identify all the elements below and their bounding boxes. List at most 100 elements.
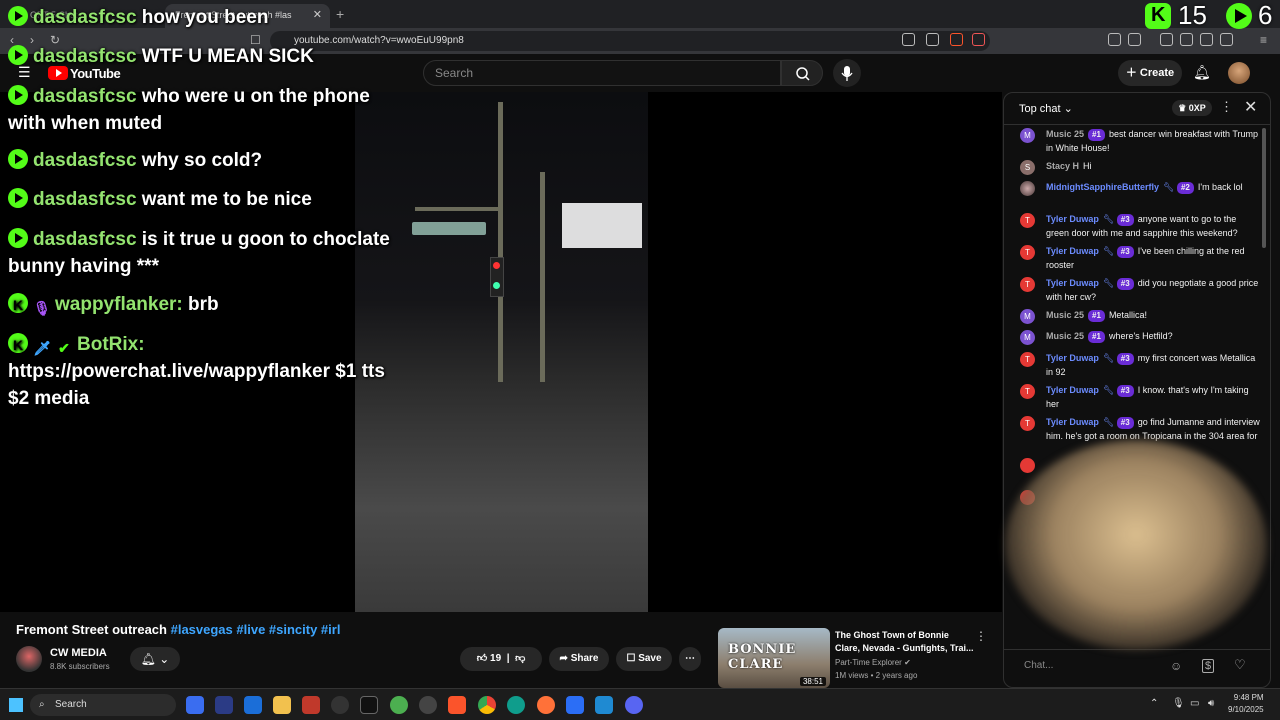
verified-badge-icon: ✔ (58, 340, 70, 356)
recommended-title[interactable]: The Ghost Town of Bonnie Clare, Nevada -… (835, 629, 975, 655)
message-author[interactable]: Music 25 (1046, 331, 1084, 341)
cast-icon[interactable] (902, 33, 915, 46)
close-chat-icon[interactable]: ✕ (1244, 97, 1257, 117)
wallet-icon[interactable] (1200, 33, 1213, 46)
overlay-username: dasdasfcsc (33, 150, 137, 171)
microphone-icon[interactable]: 🎙︎ (1172, 698, 1185, 709)
subscription-bell-button[interactable]: 🔔︎ ⌄ (130, 647, 180, 671)
message-avatar[interactable]: T (1020, 213, 1035, 228)
chrome-icon[interactable] (478, 696, 496, 714)
rank-badge: #3 (1116, 214, 1134, 226)
user-avatar[interactable] (1228, 62, 1250, 84)
more-actions-button[interactable]: ⋯ (679, 647, 701, 671)
chat-input[interactable]: Chat... (1016, 655, 1156, 677)
windows-start-icon[interactable] (9, 698, 23, 712)
message-author[interactable]: Tyler Duwap (1046, 246, 1099, 256)
message-avatar[interactable]: M (1020, 309, 1035, 324)
message-author[interactable]: Tyler Duwap (1046, 417, 1099, 427)
extension-icon[interactable] (1108, 33, 1121, 46)
taskbar-app-icon[interactable] (215, 696, 233, 714)
media-icon[interactable] (1160, 33, 1173, 46)
wrench-icon: 🔧︎ (1102, 214, 1117, 224)
message-avatar[interactable]: T (1020, 384, 1035, 399)
message-author[interactable]: Tyler Duwap (1046, 353, 1099, 363)
sidebar-icon[interactable] (1180, 33, 1193, 46)
message-author[interactable]: Tyler Duwap (1046, 385, 1099, 395)
message-avatar[interactable]: M (1020, 128, 1035, 143)
taskbar-app-icon[interactable] (302, 696, 320, 714)
overlay-username: BotRix: (77, 334, 145, 355)
save-button[interactable]: ☐ Save (616, 647, 672, 671)
taskbar-app-icon[interactable] (566, 696, 584, 714)
recommended-thumbnail[interactable]: BONNIE CLARE 38:51 (718, 628, 830, 688)
taskbar-app-icon[interactable] (186, 696, 204, 714)
screenshot-icon[interactable] (1128, 33, 1141, 46)
heart-icon[interactable]: ♡ (1234, 657, 1246, 673)
message-author[interactable]: Music 25 (1046, 129, 1084, 139)
share-button[interactable]: ➦ Share (549, 647, 609, 671)
network-icon[interactable]: ▭ (1190, 698, 1199, 709)
taskbar-app-icon[interactable] (331, 696, 349, 714)
create-button[interactable]: ＋ Create (1118, 60, 1182, 86)
message-author[interactable]: Tyler Duwap (1046, 214, 1099, 224)
message-avatar[interactable]: T (1020, 277, 1035, 292)
taskbar-search[interactable]: ⌕ Search (30, 694, 176, 716)
message-avatar[interactable]: T (1020, 416, 1035, 431)
overlay-message: how you been (141, 7, 269, 28)
channel-avatar[interactable] (16, 646, 42, 672)
chevron-up-icon[interactable]: ⌃ (1150, 698, 1158, 709)
message-avatar[interactable]: S (1020, 160, 1035, 175)
message-avatar[interactable] (1020, 458, 1035, 473)
clock-date: 9/10/2025 (1228, 705, 1264, 714)
search-button[interactable] (781, 60, 823, 86)
chat-scrollbar[interactable] (1262, 128, 1266, 248)
brave-rewards-icon[interactable] (972, 33, 985, 46)
dislike-button[interactable]: 👎︎ (515, 653, 525, 664)
discord-icon[interactable] (625, 696, 643, 714)
video-hashtags[interactable]: #lasvegas #live #sincity #irl (171, 622, 341, 637)
volume-icon[interactable]: 🔊︎ (1208, 698, 1214, 709)
message-author[interactable]: MidnightSapphireButterfly (1046, 182, 1159, 192)
brave-shield-icon[interactable] (950, 33, 963, 46)
kick-platform-icon (8, 292, 28, 319)
taskbar-app-icon[interactable] (390, 696, 408, 714)
super-chat-icon[interactable]: $ (1202, 659, 1215, 673)
menu-icon[interactable]: ≡ (1260, 33, 1267, 47)
notifications-bell-icon[interactable]: 🔔︎ (1193, 64, 1211, 81)
voice-search-button[interactable] (833, 59, 861, 87)
firefox-icon[interactable] (537, 696, 555, 714)
edge-icon[interactable] (507, 696, 525, 714)
message-avatar[interactable]: M (1020, 330, 1035, 345)
emoji-icon[interactable]: ☺ (1170, 659, 1182, 673)
file-explorer-icon[interactable] (273, 696, 291, 714)
chat-header: Top chat ⌄ ♛ 0XP ⋮ ✕ (1004, 93, 1270, 125)
xp-badge[interactable]: ♛ 0XP (1172, 100, 1212, 116)
channel-name[interactable]: CW MEDIA (50, 647, 107, 659)
more-options-icon[interactable]: ⋮ (1220, 99, 1233, 115)
chat-message: M Music 25 #1 where's Hetfild? (1020, 329, 1260, 345)
taskbar-app-icon[interactable] (244, 696, 262, 714)
brave-browser-icon[interactable] (448, 696, 466, 714)
chat-message: T Tyler Duwap 🔧︎ #3 anyone want to go to th… (1020, 212, 1260, 240)
taskbar-clock[interactable]: 9:48 PM 9/10/2025 (1228, 692, 1264, 716)
vpn-icon[interactable] (1220, 33, 1233, 46)
message-avatar[interactable]: T (1020, 245, 1035, 260)
share-page-icon[interactable] (926, 33, 939, 46)
message-author[interactable]: Stacy H (1046, 161, 1079, 171)
message-avatar[interactable]: T (1020, 352, 1035, 367)
message-author[interactable]: Music 25 (1046, 310, 1084, 320)
recommended-channel[interactable]: Part-Time Explorer ✔ (835, 658, 911, 667)
taskbar-app-icon[interactable] (360, 696, 378, 714)
chat-message: MidnightSapphireButterfly 🔧︎ #2 I'm back l… (1020, 180, 1260, 196)
rank-badge: #3 (1116, 278, 1134, 290)
message-avatar[interactable] (1020, 181, 1035, 196)
taskbar-app-icon[interactable] (419, 696, 437, 714)
message-author[interactable]: Tyler Duwap (1046, 278, 1099, 288)
top-chat-dropdown[interactable]: Top chat ⌄ (1019, 102, 1073, 115)
vscode-icon[interactable] (595, 696, 613, 714)
wrench-icon: 🔧︎ (1163, 182, 1177, 192)
like-button[interactable]: 👍︎ 19 (477, 653, 501, 664)
search-input[interactable]: Search (423, 60, 781, 86)
more-options-icon[interactable]: ⋮ (975, 629, 987, 643)
create-label: Create (1139, 67, 1175, 79)
